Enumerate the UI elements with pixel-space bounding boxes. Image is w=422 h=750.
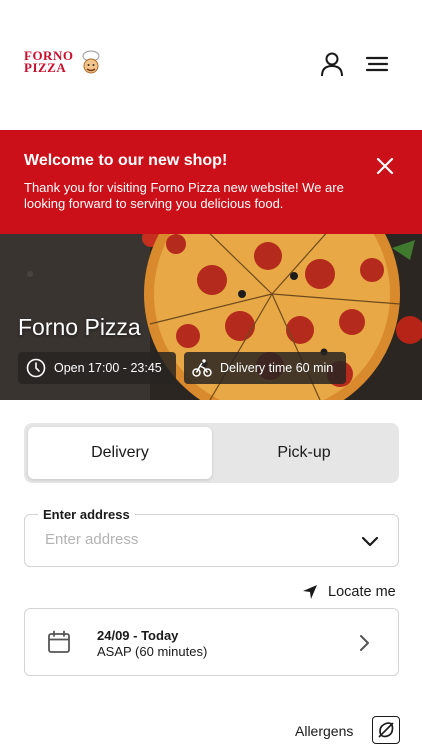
location-arrow-icon	[303, 585, 317, 599]
calendar-icon	[48, 630, 70, 653]
hero-banner: Forno Pizza Open 17:00 - 23:45 Delivery …	[0, 234, 422, 400]
restaurant-name: Forno Pizza	[18, 314, 141, 340]
delivery-time-text: Delivery time 60 min	[220, 361, 334, 375]
selected-time: ASAP (60 minutes)	[97, 644, 208, 659]
banner-message: Thank you for visiting Forno Pizza new w…	[24, 180, 344, 211]
clock-icon	[26, 358, 46, 378]
allergens-link[interactable]: Allergens	[295, 718, 353, 744]
allergen-icon[interactable]	[372, 716, 400, 744]
locate-me-label: Locate me	[328, 584, 396, 600]
user-icon[interactable]	[318, 50, 346, 78]
tab-delivery[interactable]: Delivery	[28, 427, 212, 479]
welcome-banner: Welcome to our new shop! Thank you for v…	[0, 130, 422, 234]
locate-me-button[interactable]: Locate me	[302, 582, 396, 602]
opening-hours-text: Open 17:00 - 23:45	[54, 361, 162, 375]
chevron-down-icon[interactable]	[360, 533, 380, 549]
address-label: Enter address	[38, 507, 135, 522]
opening-hours-badge: Open 17:00 - 23:45	[18, 352, 176, 384]
selected-date: 24/09 - Today	[97, 628, 179, 643]
chef-logo-icon	[82, 50, 100, 74]
banner-title: Welcome to our new shop!	[24, 152, 228, 169]
tab-pickup[interactable]: Pick-up	[212, 427, 396, 479]
delivery-time-selector[interactable]: 24/09 - Today ASAP (60 minutes)	[24, 608, 399, 676]
chevron-right-icon	[360, 635, 369, 651]
menu-icon[interactable]	[363, 50, 391, 78]
logo[interactable]: FORNO PIZZA	[24, 49, 104, 80]
bike-icon	[192, 359, 212, 377]
order-mode-toggle: Delivery Pick-up	[24, 423, 399, 483]
header: FORNO PIZZA	[0, 0, 422, 130]
close-icon[interactable]	[374, 155, 396, 177]
delivery-time-badge: Delivery time 60 min	[184, 352, 346, 384]
address-input[interactable]	[45, 531, 345, 548]
